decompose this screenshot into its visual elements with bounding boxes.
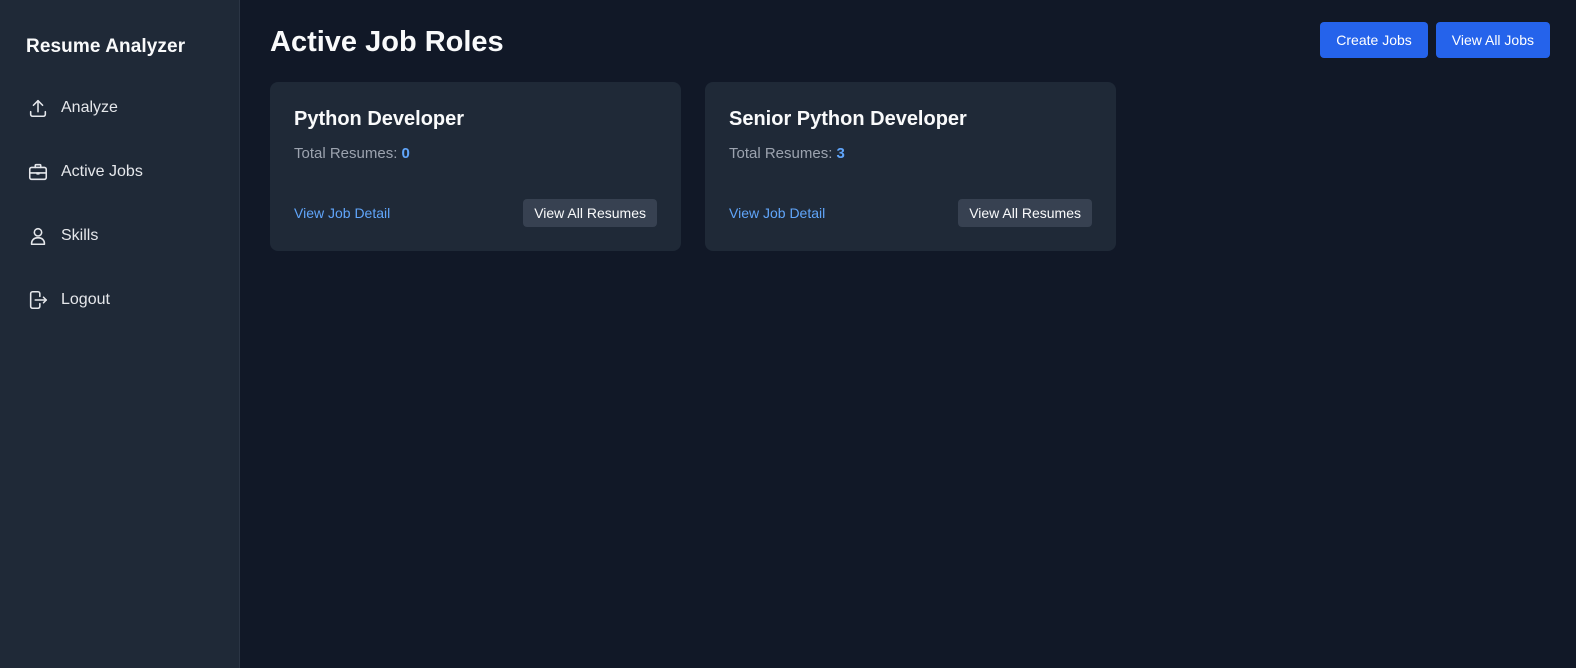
sidebar-item-active-jobs[interactable]: Active Jobs bbox=[26, 160, 239, 184]
upload-icon bbox=[26, 96, 50, 120]
sidebar: Resume Analyzer Analyze Active Jobs Skil… bbox=[0, 0, 240, 668]
app-brand: Resume Analyzer bbox=[26, 36, 186, 57]
resume-count-label: Total Resumes: bbox=[294, 145, 398, 162]
resume-count-label: Total Resumes: bbox=[729, 145, 833, 162]
sidebar-item-label: Analyze bbox=[61, 99, 118, 116]
create-jobs-button[interactable]: Create Jobs bbox=[1320, 22, 1428, 58]
page-title: Active Job Roles bbox=[270, 26, 504, 58]
view-all-resumes-button[interactable]: View All Resumes bbox=[523, 199, 657, 227]
job-title: Python Developer bbox=[294, 108, 465, 130]
job-card: Python Developer Total Resumes: 0 View J… bbox=[270, 82, 681, 251]
logout-icon bbox=[26, 288, 50, 312]
sidebar-item-analyze[interactable]: Analyze bbox=[26, 96, 239, 120]
resume-count: Total Resumes: 3 bbox=[729, 145, 1092, 162]
job-title: Senior Python Developer bbox=[729, 108, 967, 130]
job-card: Senior Python Developer Total Resumes: 3… bbox=[705, 82, 1116, 251]
main-content: Active Job Roles Create Jobs View All Jo… bbox=[240, 0, 1576, 668]
sidebar-item-label: Skills bbox=[61, 227, 99, 244]
sidebar-item-logout[interactable]: Logout bbox=[26, 288, 239, 312]
job-card-footer: View Job Detail View All Resumes bbox=[294, 199, 657, 227]
view-job-detail-link[interactable]: View Job Detail bbox=[729, 205, 825, 221]
view-job-detail-link[interactable]: View Job Detail bbox=[294, 205, 390, 221]
job-card-footer: View Job Detail View All Resumes bbox=[729, 199, 1092, 227]
job-card-list: Python Developer Total Resumes: 0 View J… bbox=[270, 82, 1546, 251]
user-icon bbox=[26, 224, 50, 248]
view-all-jobs-button[interactable]: View All Jobs bbox=[1435, 22, 1550, 58]
app-shell: Resume Analyzer Analyze Active Jobs Skil… bbox=[0, 0, 1576, 668]
header-actions: Create Jobs View All Jobs bbox=[1320, 22, 1550, 58]
view-all-resumes-button[interactable]: View All Resumes bbox=[958, 199, 1092, 227]
resume-count-value: 3 bbox=[836, 145, 845, 162]
sidebar-item-label: Active Jobs bbox=[61, 163, 143, 180]
resume-count: Total Resumes: 0 bbox=[294, 145, 657, 162]
briefcase-icon bbox=[26, 160, 50, 184]
resume-count-value: 0 bbox=[401, 145, 410, 162]
sidebar-item-skills[interactable]: Skills bbox=[26, 224, 239, 248]
page-header: Active Job Roles Create Jobs View All Jo… bbox=[270, 22, 1550, 82]
sidebar-item-label: Logout bbox=[61, 291, 110, 308]
